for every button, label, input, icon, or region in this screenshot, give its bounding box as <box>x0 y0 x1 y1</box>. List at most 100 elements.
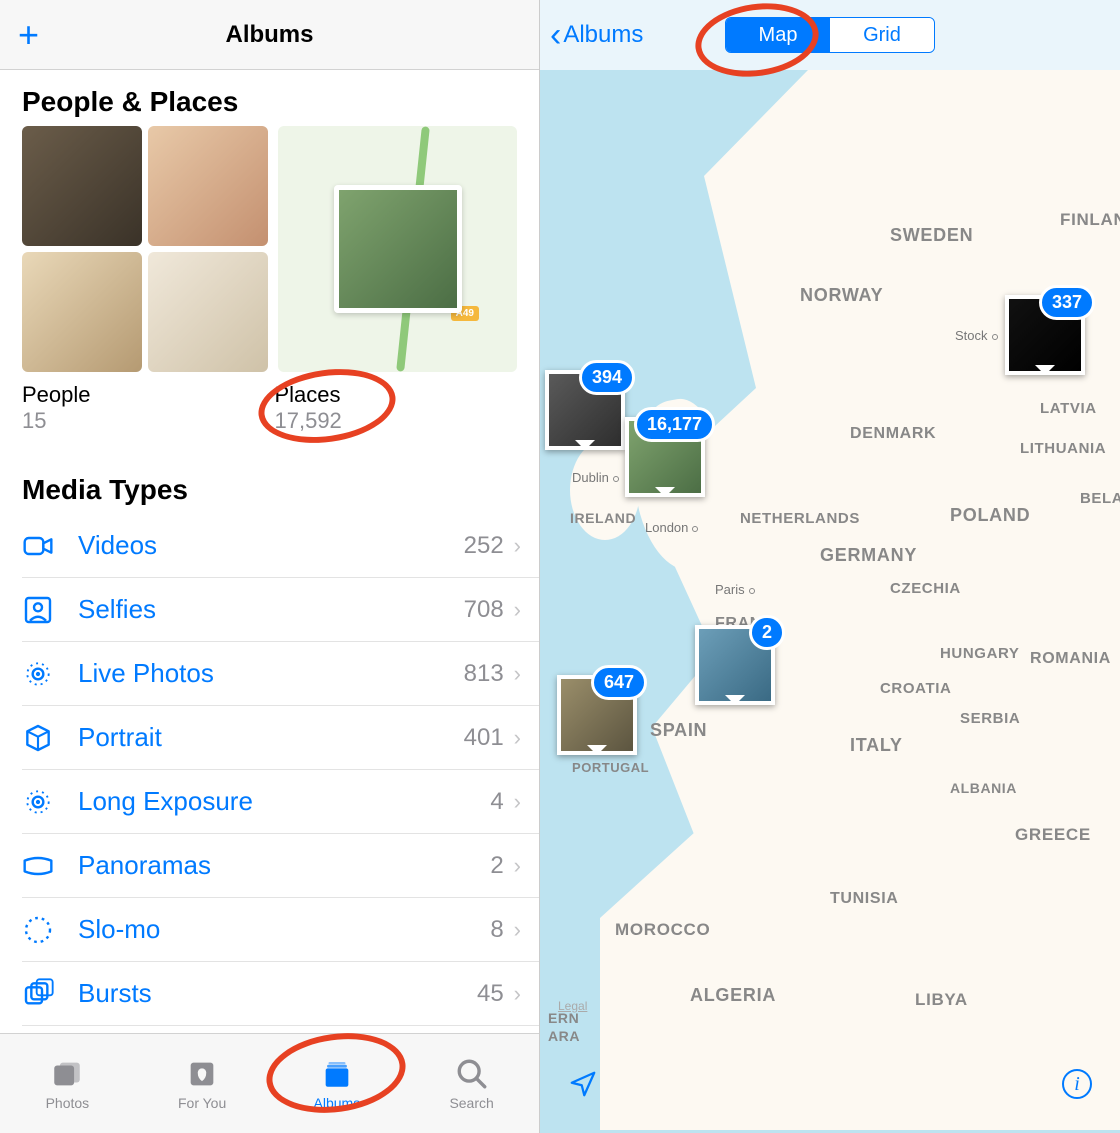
media-type-count: 8 <box>490 916 503 944</box>
portrait-icon <box>22 722 78 754</box>
country-label: BELA <box>1080 490 1120 507</box>
people-places-labels: People 15 Places 17,592 <box>0 372 539 458</box>
people-places-grid: A49 <box>0 126 539 372</box>
pin-count-badge: 2 <box>749 615 785 650</box>
tab-label: Photos <box>46 1095 90 1111</box>
country-label: ARA <box>548 1028 580 1044</box>
selfies-icon <box>22 594 78 626</box>
media-type-row[interactable]: Slo-mo8 › <box>22 898 539 962</box>
country-label: CZECHIA <box>890 580 961 597</box>
photo-cluster-pin[interactable]: 647 <box>557 675 637 755</box>
segment-map[interactable]: Map <box>726 18 830 52</box>
tab-icon <box>320 1057 354 1091</box>
tab-label: Albums <box>314 1095 361 1111</box>
places-map-screen: ‹ Albums Map Grid FINLANDSWEDENNORWAYLAT… <box>540 0 1120 1133</box>
media-type-count: 252 <box>464 532 504 560</box>
places-tile[interactable]: A49 <box>278 126 517 372</box>
panoramas-icon <box>22 850 78 882</box>
country-label: SPAIN <box>650 720 707 741</box>
media-types-list: Videos252›Selfies708›Live Photos813›Port… <box>0 514 539 1026</box>
back-label: Albums <box>563 21 643 49</box>
city-label: Dublin <box>572 470 619 485</box>
media-type-row[interactable]: Live Photos813› <box>22 642 539 706</box>
country-label: GREECE <box>1015 825 1091 845</box>
country-label: FINLAND <box>1060 210 1120 230</box>
chevron-right-icon: › <box>514 917 521 943</box>
media-type-label: Bursts <box>78 978 477 1009</box>
media-type-label: Live Photos <box>78 658 464 689</box>
city-label: London <box>645 520 698 535</box>
media-type-row[interactable]: Selfies708› <box>22 578 539 642</box>
back-button[interactable]: ‹ Albums <box>550 18 643 52</box>
places-thumbnail <box>334 185 462 313</box>
nav-bar: ‹ Albums Map Grid <box>540 0 1120 70</box>
face-thumbnail <box>148 126 268 246</box>
media-type-row[interactable]: Portrait401 › <box>22 706 539 770</box>
photo-cluster-pin[interactable]: 2 <box>695 625 775 705</box>
country-label: ITALY <box>850 735 903 756</box>
nav-bar: + Albums <box>0 0 539 70</box>
nav-title: Albums <box>225 21 313 49</box>
tab-search[interactable]: Search <box>404 1034 539 1133</box>
media-type-row[interactable]: Bursts45› <box>22 962 539 1026</box>
photo-cluster-pin[interactable]: 16,177 <box>625 417 705 497</box>
tab-for-you[interactable]: For You <box>135 1034 270 1133</box>
tab-albums[interactable]: Albums <box>270 1034 405 1133</box>
map[interactable]: FINLANDSWEDENNORWAYLATVIALITHUANIADENMAR… <box>540 70 1120 1133</box>
tab-icon <box>185 1057 219 1091</box>
country-label: SWEDEN <box>890 225 973 246</box>
add-button[interactable]: + <box>18 14 39 56</box>
media-type-count: 401 <box>464 724 504 752</box>
media-type-row[interactable]: Videos252› <box>22 514 539 578</box>
country-label: TUNISIA <box>830 890 898 908</box>
country-label: ROMANIA <box>1030 650 1111 668</box>
slo-mo-icon <box>22 914 78 946</box>
tab-photos[interactable]: Photos <box>0 1034 135 1133</box>
media-type-row[interactable]: Panoramas2› <box>22 834 539 898</box>
country-label: DENMARK <box>850 425 936 443</box>
location-arrow-icon[interactable] <box>568 1069 598 1109</box>
section-media-types-header: Media Types <box>0 458 539 514</box>
photo-cluster-pin[interactable]: 337 <box>1005 295 1085 375</box>
people-tile[interactable] <box>22 126 268 372</box>
pin-count-badge: 394 <box>579 360 635 395</box>
country-label: LIBYA <box>915 990 968 1010</box>
live-photos-icon <box>22 658 78 690</box>
media-type-label: Slo-mo <box>78 914 490 945</box>
map-legal-link[interactable]: Legal <box>558 999 587 1013</box>
media-type-row[interactable]: Long Exposure4 › <box>22 770 539 834</box>
city-label: Paris <box>715 582 755 597</box>
face-thumbnail <box>22 126 142 246</box>
media-type-label: Long Exposure <box>78 786 490 817</box>
long-exposure-icon <box>22 786 78 818</box>
media-type-label: Portrait <box>78 722 464 753</box>
places-label-block[interactable]: Places 17,592 <box>275 382 518 434</box>
chevron-right-icon: › <box>514 725 521 751</box>
country-label: POLAND <box>950 505 1030 526</box>
section-people-places-header: People & Places <box>0 70 539 126</box>
chevron-right-icon: › <box>514 789 521 815</box>
country-label: NORWAY <box>800 285 883 306</box>
pin-count-badge: 337 <box>1039 285 1095 320</box>
media-type-label: Videos <box>78 530 464 561</box>
albums-screen: + Albums People & Places A49 People 15 <box>0 0 540 1133</box>
people-label-block[interactable]: People 15 <box>22 382 265 434</box>
media-type-count: 813 <box>464 660 504 688</box>
places-label: Places <box>275 382 518 408</box>
people-count: 15 <box>22 408 265 434</box>
tab-icon <box>50 1057 84 1091</box>
country-label: HUNGARY <box>940 645 1019 662</box>
media-type-label: Selfies <box>78 594 464 625</box>
photo-cluster-pin[interactable]: 394 <box>545 370 625 450</box>
country-label: ALBANIA <box>950 780 1017 796</box>
media-type-count: 45 <box>477 980 504 1008</box>
segment-grid[interactable]: Grid <box>830 18 934 52</box>
media-type-count: 4 <box>490 788 503 816</box>
view-segmented-control: Map Grid <box>725 17 935 53</box>
country-label: MOROCCO <box>615 920 710 940</box>
face-thumbnail <box>148 252 268 372</box>
chevron-left-icon: ‹ <box>550 18 561 52</box>
places-count: 17,592 <box>275 408 518 434</box>
albums-content: People & Places A49 People 15 Places 17, <box>0 70 539 1033</box>
country-label: IRELAND <box>570 510 636 526</box>
